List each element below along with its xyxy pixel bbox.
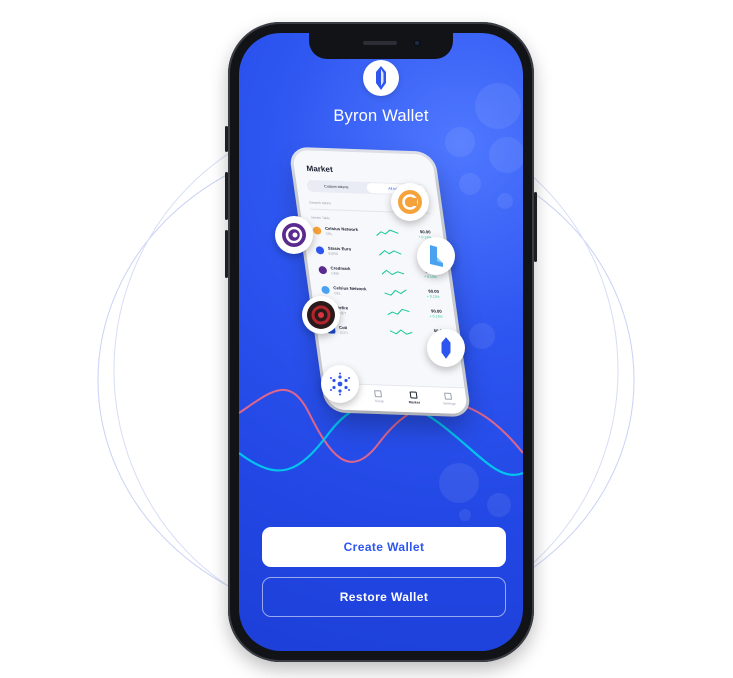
token-change: + 0.13% <box>423 274 438 280</box>
volume-up-button <box>225 172 228 220</box>
celsius-token-icon <box>320 285 331 295</box>
preview-search-placeholder: Search token <box>308 200 332 206</box>
swap-icon <box>374 390 383 398</box>
create-wallet-button[interactable]: Create Wallet <box>262 527 506 567</box>
token-price: $0.00 <box>430 308 443 314</box>
sparkline-icon <box>376 229 399 236</box>
sparkline-icon <box>384 289 407 296</box>
front-camera-icon <box>413 39 421 47</box>
phone-notch <box>309 33 453 59</box>
decorative-bubble <box>489 137 523 173</box>
token-change: + 0.13% <box>426 294 440 299</box>
decorative-bubble <box>459 509 471 521</box>
token-symbol: COTI <box>339 330 349 336</box>
market-icon <box>409 391 418 399</box>
credmark-token-icon <box>318 266 328 275</box>
byron-wallet-logo-icon <box>376 66 386 90</box>
decorative-bubble <box>459 173 481 195</box>
settings-icon <box>444 392 453 400</box>
sparkline-icon <box>378 249 402 256</box>
token-name: Credmark <box>330 265 351 272</box>
sparkline-icon <box>389 329 413 335</box>
app-title: Byron Wallet <box>333 107 429 125</box>
restore-wallet-button[interactable]: Restore Wallet <box>262 577 506 617</box>
decorative-bubble <box>497 193 513 209</box>
token-symbol: CMK <box>331 271 340 276</box>
sparkline-icon <box>381 269 405 276</box>
app-logo <box>363 60 399 96</box>
nav-swap: Swap <box>360 385 399 412</box>
stasis-euro-token-icon <box>315 246 325 255</box>
token-name: Stasis Euro <box>327 245 352 252</box>
power-button <box>534 192 537 262</box>
phone-mockup: Byron Wallet Market Custom tokens All to… <box>225 22 537 662</box>
decorative-bubble <box>445 127 475 157</box>
preview-section-label: Market Table <box>311 215 331 221</box>
decorative-bubble <box>487 493 511 517</box>
silent-switch <box>225 126 228 152</box>
token-symbol: CEL <box>333 291 342 296</box>
celsius-coin-icon <box>391 183 429 221</box>
nav-label: Settings <box>442 401 456 406</box>
sparkline-icon <box>387 308 410 316</box>
cardano-coin-icon <box>321 365 359 403</box>
byron-coin-icon <box>427 329 465 367</box>
celsius-token-icon <box>312 226 322 235</box>
nav-market: Market <box>395 386 434 413</box>
speaker-grille <box>363 41 397 45</box>
l-token-coin-icon <box>417 237 455 275</box>
nav-label: Market <box>408 400 421 405</box>
nav-settings: Settings <box>430 387 469 414</box>
token-price: $0.00 <box>419 229 431 235</box>
token-symbol: CEL <box>325 231 333 237</box>
token-name: Coti <box>338 324 348 331</box>
token-price: $0.00 <box>427 288 440 294</box>
phone-screen: Byron Wallet Market Custom tokens All to… <box>239 33 523 651</box>
nav-label: Swap <box>374 399 384 404</box>
defire-coin-icon <box>302 296 340 334</box>
preview-title: Market <box>305 164 334 174</box>
cred-coin-icon <box>275 216 313 254</box>
token-change: + 0.13% <box>429 314 443 319</box>
token-symbol: EURS <box>328 251 339 256</box>
volume-down-button <box>225 230 228 278</box>
tab-custom-tokens: Custom tokens <box>323 184 349 190</box>
